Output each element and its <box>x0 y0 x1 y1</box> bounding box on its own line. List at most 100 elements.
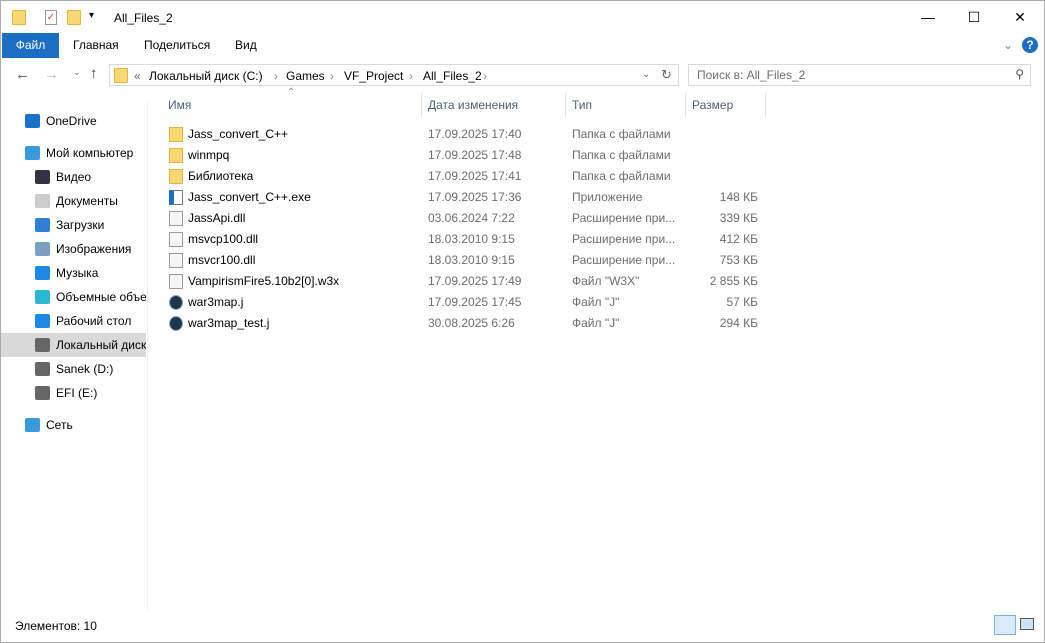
sidebar-item[interactable]: EFI (E:) <box>1 381 146 405</box>
file-name: winmpq <box>188 148 230 162</box>
back-button[interactable]: ← <box>15 66 30 83</box>
sidebar-item-label: Изображения <box>56 242 132 256</box>
file-row[interactable]: VampirismFire5.10b2[0].w3x 17.09.2025 17… <box>161 271 771 292</box>
file-icon <box>169 274 183 289</box>
address-dropdown-icon[interactable]: ⌄ <box>642 69 650 80</box>
address-bar[interactable]: « Локальный диск (C:) › Games › VF_Proje… <box>109 64 679 86</box>
sidebar-item-label: OneDrive <box>46 114 97 128</box>
column-header-date[interactable]: Дата изменения <box>428 93 518 117</box>
chevron-right-icon[interactable]: › <box>409 69 413 83</box>
up-button[interactable]: ↑ <box>90 65 98 82</box>
dll-icon <box>169 232 183 247</box>
file-size: 57 КБ <box>726 295 758 309</box>
title-bar: ✓ ▾ All_Files_2 — ☐ ✕ <box>1 1 1045 33</box>
file-type: Приложение <box>572 190 643 204</box>
tab-home[interactable]: Главная <box>59 33 133 58</box>
sidebar-item[interactable]: Локальный диск <box>1 333 146 357</box>
sort-ascending-icon: ⌃ <box>287 87 296 98</box>
file-type: Расширение при... <box>572 253 676 267</box>
column-divider[interactable] <box>421 93 422 117</box>
dll-icon <box>169 211 183 226</box>
sidebar-item-label: EFI (E:) <box>56 386 98 400</box>
search-placeholder: Поиск в: All_Files_2 <box>697 68 806 82</box>
maximize-button[interactable]: ☐ <box>951 1 997 33</box>
column-header-name[interactable]: Имя <box>168 93 191 117</box>
computer-icon <box>25 146 40 160</box>
folder-icon <box>169 148 183 163</box>
tab-share[interactable]: Поделиться <box>130 33 224 58</box>
chevron-right-icon[interactable]: › <box>330 69 334 83</box>
tab-file[interactable]: Файл <box>2 33 59 58</box>
sidebar-item-label: Документы <box>56 194 118 208</box>
sidebar-item[interactable]: Рабочий стол <box>1 309 146 333</box>
file-type: Файл "W3X" <box>572 274 640 288</box>
file-row[interactable]: JassApi.dll 03.06.2024 7:22 Расширение п… <box>161 208 771 229</box>
breadcrumb-all-files-2[interactable]: All_Files_2 <box>423 69 482 83</box>
chevron-right-icon[interactable]: › <box>274 69 278 83</box>
file-size: 294 КБ <box>719 316 758 330</box>
breadcrumb-vf-project[interactable]: VF_Project <box>344 69 403 83</box>
breadcrumb-c-drive[interactable]: Локальный диск (C:) <box>149 69 263 83</box>
tab-view[interactable]: Вид <box>221 33 271 58</box>
expand-ribbon-icon[interactable]: ⌄ <box>1003 38 1013 52</box>
file-row[interactable]: winmpq 17.09.2025 17:48 Папка с файлами <box>161 145 771 166</box>
properties-icon[interactable]: ✓ <box>45 10 57 25</box>
search-input[interactable]: Поиск в: All_Files_2 ⚲ <box>688 64 1031 86</box>
sidebar-item-label: Загрузки <box>56 218 105 232</box>
breadcrumb-games[interactable]: Games <box>286 69 325 83</box>
folder-icon <box>114 68 128 83</box>
column-header-type[interactable]: Тип <box>572 93 592 117</box>
sidebar-item[interactable]: Музыка <box>1 261 146 285</box>
sidebar-item[interactable]: Sanek (D:) <box>1 357 146 381</box>
sidebar-item-label: Музыка <box>56 266 99 280</box>
forward-button[interactable]: → <box>44 66 59 83</box>
file-name: Jass_convert_C++ <box>188 127 289 141</box>
file-date: 17.09.2025 17:36 <box>428 190 522 204</box>
recent-locations-icon[interactable]: ⌄ <box>73 67 81 78</box>
chevron-right-icon[interactable]: › <box>483 69 487 83</box>
file-type: Папка с файлами <box>572 127 671 141</box>
sidebar-item[interactable]: Видео <box>1 165 146 189</box>
file-name: war3map_test.j <box>188 316 270 330</box>
file-row[interactable]: msvcp100.dll 18.03.2010 9:15 Расширение … <box>161 229 771 250</box>
column-divider[interactable] <box>565 93 566 117</box>
sidebar-item[interactable]: Сеть <box>1 413 146 437</box>
file-row[interactable]: war3map.j 17.09.2025 17:45 Файл "J" 57 К… <box>161 292 771 313</box>
help-button[interactable]: ? <box>1022 37 1038 53</box>
status-item-count: Элементов: 10 <box>15 619 97 633</box>
drive-icon <box>35 362 50 376</box>
sidebar-item[interactable]: OneDrive <box>1 109 146 133</box>
file-type: Файл "J" <box>572 316 620 330</box>
desktop-icon <box>35 314 50 328</box>
minimize-button[interactable]: — <box>905 1 951 33</box>
file-row[interactable]: Jass_convert_C++ 17.09.2025 17:40 Папка … <box>161 124 771 145</box>
sidebar-item-label: Sanek (D:) <box>56 362 114 376</box>
file-row[interactable]: msvcr100.dll 18.03.2010 9:15 Расширение … <box>161 250 771 271</box>
file-date: 17.09.2025 17:48 <box>428 148 522 162</box>
details-view-button[interactable] <box>994 615 1016 635</box>
sidebar-item[interactable]: Изображения <box>1 237 146 261</box>
file-row[interactable]: war3map_test.j 30.08.2025 6:26 Файл "J" … <box>161 313 771 334</box>
file-row[interactable]: Библиотека 17.09.2025 17:41 Папка с файл… <box>161 166 771 187</box>
refresh-icon[interactable]: ↻ <box>661 67 672 83</box>
column-header-size[interactable]: Размер <box>692 93 733 117</box>
folder-icon <box>12 10 26 25</box>
sidebar-item[interactable]: Мой компьютер <box>1 141 146 165</box>
sidebar-item[interactable]: Загрузки <box>1 213 146 237</box>
sidebar-item[interactable]: Документы <box>1 189 146 213</box>
sidebar-item-label: Видео <box>56 170 92 184</box>
sidebar-item[interactable]: Объемные объе <box>1 285 146 309</box>
new-folder-icon[interactable] <box>67 10 81 25</box>
sidebar-item-label: Мой компьютер <box>46 146 134 160</box>
column-divider[interactable] <box>765 93 766 117</box>
large-icons-view-button[interactable] <box>1020 618 1034 630</box>
quick-access-dropdown-icon[interactable]: ▾ <box>89 10 94 21</box>
file-name: msvcp100.dll <box>188 232 259 246</box>
column-divider[interactable] <box>685 93 686 117</box>
file-row[interactable]: Jass_convert_C++.exe 17.09.2025 17:36 Пр… <box>161 187 771 208</box>
overflow-chevron[interactable]: « <box>134 69 141 83</box>
j-icon <box>169 295 183 310</box>
folder-icon <box>169 169 183 184</box>
navigation-pane: OneDrive Мой компьютер Видео Документы Загру… <box>1 101 148 611</box>
close-button[interactable]: ✕ <box>997 1 1043 33</box>
